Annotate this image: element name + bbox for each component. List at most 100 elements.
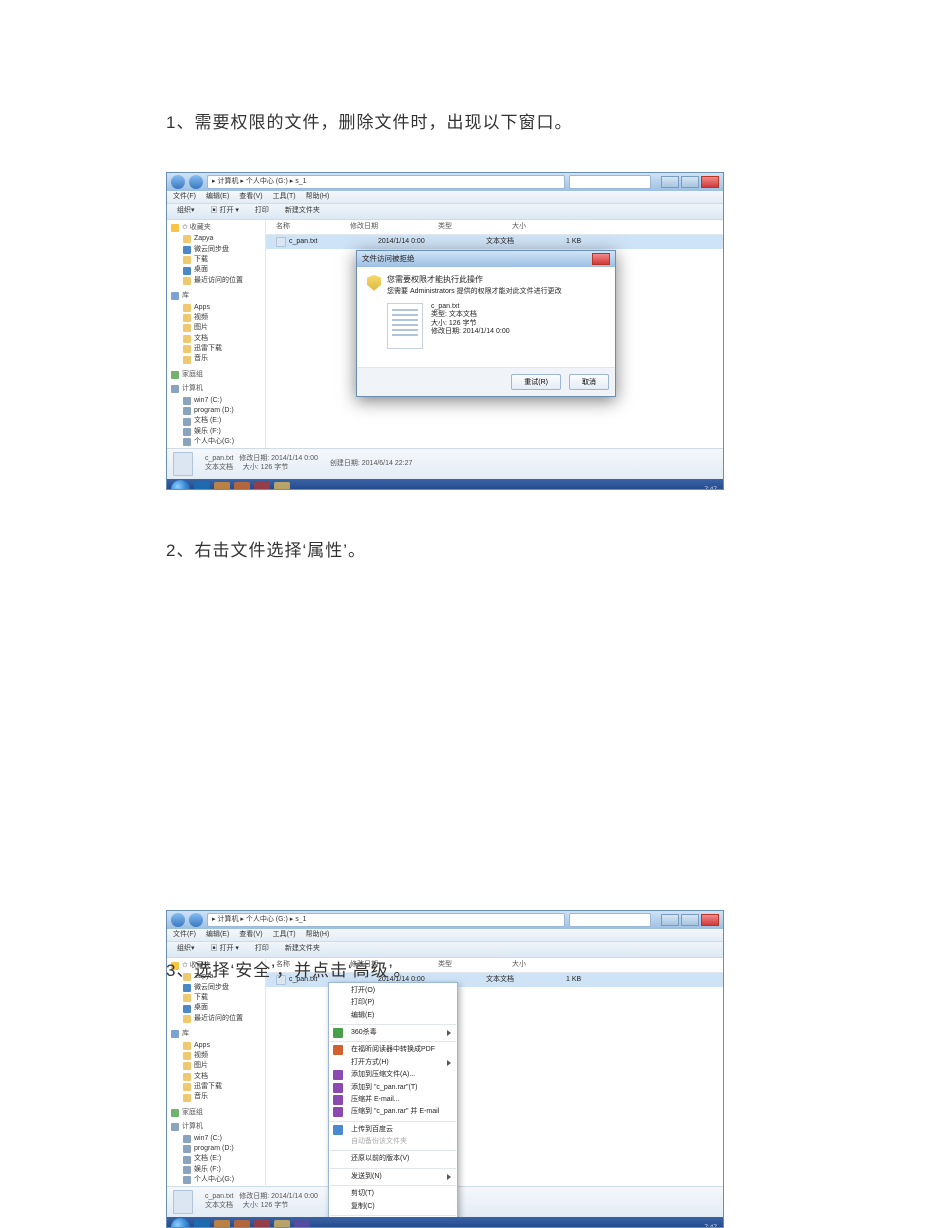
menu-file[interactable]: 文件(F) (173, 193, 196, 201)
toolbar-newfolder[interactable]: 新建文件夹 (281, 206, 324, 216)
search-box[interactable] (569, 175, 651, 189)
sidebar-item[interactable]: 微云同步盘 (171, 245, 261, 255)
sidebar-item[interactable]: 文档 (171, 334, 261, 344)
toolbar-print[interactable]: 打印 (251, 944, 273, 954)
sidebar-item[interactable]: 下载 (171, 993, 261, 1003)
sidebar-item[interactable]: 图片 (171, 1061, 261, 1071)
sidebar-item[interactable]: 迅雷下载 (171, 344, 261, 354)
sidebar-item[interactable]: 微云同步盘 (171, 983, 261, 993)
close-button[interactable] (701, 176, 719, 188)
toolbar-print[interactable]: 打印 (251, 206, 273, 216)
taskbar-icon[interactable] (214, 1220, 230, 1228)
ctx-zip-email[interactable]: 压缩并 E-mail... (329, 1094, 457, 1106)
search-box[interactable] (569, 913, 651, 927)
sidebar-item[interactable]: 视频 (171, 313, 261, 323)
minimize-button[interactable] (661, 914, 679, 926)
cancel-button[interactable]: 取消 (569, 374, 609, 390)
ctx-zip-rar[interactable]: 添加到 "c_pan.rar"(T) (329, 1082, 457, 1094)
taskbar-icon[interactable] (274, 482, 290, 490)
ctx-sendto[interactable]: 发送到(N) (329, 1171, 457, 1183)
ctx-zip-add[interactable]: 添加到压缩文件(A)... (329, 1069, 457, 1081)
taskbar-icon[interactable] (254, 482, 270, 490)
back-button[interactable] (171, 913, 185, 927)
taskbar-icon[interactable] (194, 1220, 210, 1228)
menu-view[interactable]: 查看(V) (239, 193, 262, 201)
menu-help[interactable]: 帮助(H) (306, 931, 330, 939)
ctx-cut[interactable]: 剪切(T) (329, 1188, 457, 1200)
sidebar-item[interactable]: 音乐 (171, 1092, 261, 1102)
ctx-360[interactable]: 360杀毒 (329, 1027, 457, 1039)
sidebar-favorites[interactable]: ✩ 收藏夹 (171, 224, 261, 232)
sidebar-item[interactable]: 文档 (E:) (171, 416, 261, 426)
menu-tools[interactable]: 工具(T) (273, 931, 296, 939)
sidebar-homegroup[interactable]: 家庭组 (171, 1109, 261, 1117)
toolbar-newfolder[interactable]: 新建文件夹 (281, 944, 324, 954)
sidebar-item[interactable]: program (D:) (171, 1144, 261, 1154)
file-row[interactable]: c_pan.txt 2014/1/14 0:00 文本文档 1 KB (266, 235, 723, 249)
sidebar-item[interactable]: 个人中心(G:) (171, 437, 261, 447)
ctx-edit[interactable]: 编辑(E) (329, 1010, 457, 1022)
taskbar-icon[interactable] (234, 482, 250, 490)
sidebar-item[interactable]: 最近访问的位置 (171, 1014, 261, 1024)
ctx-zip-email2[interactable]: 压缩到 "c_pan.rar" 并 E-mail (329, 1106, 457, 1118)
ctx-upload[interactable]: 上传到百度云 (329, 1124, 457, 1136)
taskbar-icon[interactable] (194, 482, 210, 490)
sidebar-item[interactable]: 文档 (171, 1072, 261, 1082)
sidebar-item[interactable]: program (D:) (171, 406, 261, 416)
taskbar-icon[interactable] (214, 482, 230, 490)
toolbar-organize[interactable]: 组织▾ (173, 206, 199, 216)
menu-edit[interactable]: 编辑(E) (206, 931, 229, 939)
ctx-pdf[interactable]: 在福昕阅读器中转换成PDF (329, 1044, 457, 1056)
sidebar-item[interactable]: 桌面 (171, 1003, 261, 1013)
taskbar-clock[interactable]: 7:472014/10/22 (684, 486, 717, 491)
sidebar-libraries[interactable]: 库 (171, 292, 261, 300)
taskbar-icon[interactable] (234, 1220, 250, 1228)
sidebar-item[interactable]: 娱乐 (F:) (171, 427, 261, 437)
sidebar-item[interactable]: 下载 (171, 255, 261, 265)
sidebar-libraries[interactable]: 库 (171, 1030, 261, 1038)
column-headers[interactable]: 名称 修改日期 类型 大小 (266, 220, 723, 235)
sidebar-item[interactable]: 桌面 (171, 265, 261, 275)
address-bar[interactable]: ▸ 计算机 ▸ 个人中心 (G:) ▸ s_1 (207, 913, 565, 927)
start-button[interactable] (171, 1218, 190, 1228)
toolbar-organize[interactable]: 组织▾ (173, 944, 199, 954)
menu-edit[interactable]: 编辑(E) (206, 193, 229, 201)
menu-tools[interactable]: 工具(T) (273, 193, 296, 201)
ctx-restore[interactable]: 还原以前的版本(V) (329, 1153, 457, 1165)
sidebar-item[interactable]: 图片 (171, 323, 261, 333)
taskbar-clock[interactable]: 7:472014/10/22 (684, 1224, 717, 1228)
sidebar-homegroup[interactable]: 家庭组 (171, 371, 261, 379)
sidebar-item[interactable]: win7 (C:) (171, 1134, 261, 1144)
ctx-openwith[interactable]: 打开方式(H) (329, 1057, 457, 1069)
ctx-print[interactable]: 打印(P) (329, 997, 457, 1009)
minimize-button[interactable] (661, 176, 679, 188)
sidebar-item[interactable]: 娱乐 (F:) (171, 1165, 261, 1175)
toolbar-open[interactable]: ▣ 打开 ▾ (207, 206, 243, 216)
menu-view[interactable]: 查看(V) (239, 931, 262, 939)
maximize-button[interactable] (681, 176, 699, 188)
maximize-button[interactable] (681, 914, 699, 926)
menu-file[interactable]: 文件(F) (173, 931, 196, 939)
toolbar-open[interactable]: ▣ 打开 ▾ (207, 944, 243, 954)
menu-help[interactable]: 帮助(H) (306, 193, 330, 201)
taskbar-icon[interactable] (294, 1220, 310, 1228)
taskbar-icon[interactable] (274, 1220, 290, 1228)
sidebar-item[interactable]: win7 (C:) (171, 396, 261, 406)
dialog-close-button[interactable] (592, 253, 610, 265)
ctx-open[interactable]: 打开(O) (329, 985, 457, 997)
address-bar[interactable]: ▸ 计算机 ▸ 个人中心 (G:) ▸ s_1 (207, 175, 565, 189)
back-button[interactable] (171, 175, 185, 189)
retry-button[interactable]: 重试(R) (511, 374, 561, 390)
ctx-copy[interactable]: 复制(C) (329, 1201, 457, 1213)
sidebar-item[interactable]: 迅雷下载 (171, 1082, 261, 1092)
forward-button[interactable] (189, 913, 203, 927)
sidebar-item[interactable]: 最近访问的位置 (171, 276, 261, 286)
start-button[interactable] (171, 480, 190, 490)
taskbar-icon[interactable] (254, 1220, 270, 1228)
sidebar-item[interactable]: 文档 (E:) (171, 1154, 261, 1164)
sidebar-item[interactable]: Apps (171, 1041, 261, 1051)
sidebar-computer[interactable]: 计算机 (171, 385, 261, 393)
close-button[interactable] (701, 914, 719, 926)
sidebar-item[interactable]: Zapya (171, 234, 261, 244)
sidebar-item[interactable]: Apps (171, 303, 261, 313)
